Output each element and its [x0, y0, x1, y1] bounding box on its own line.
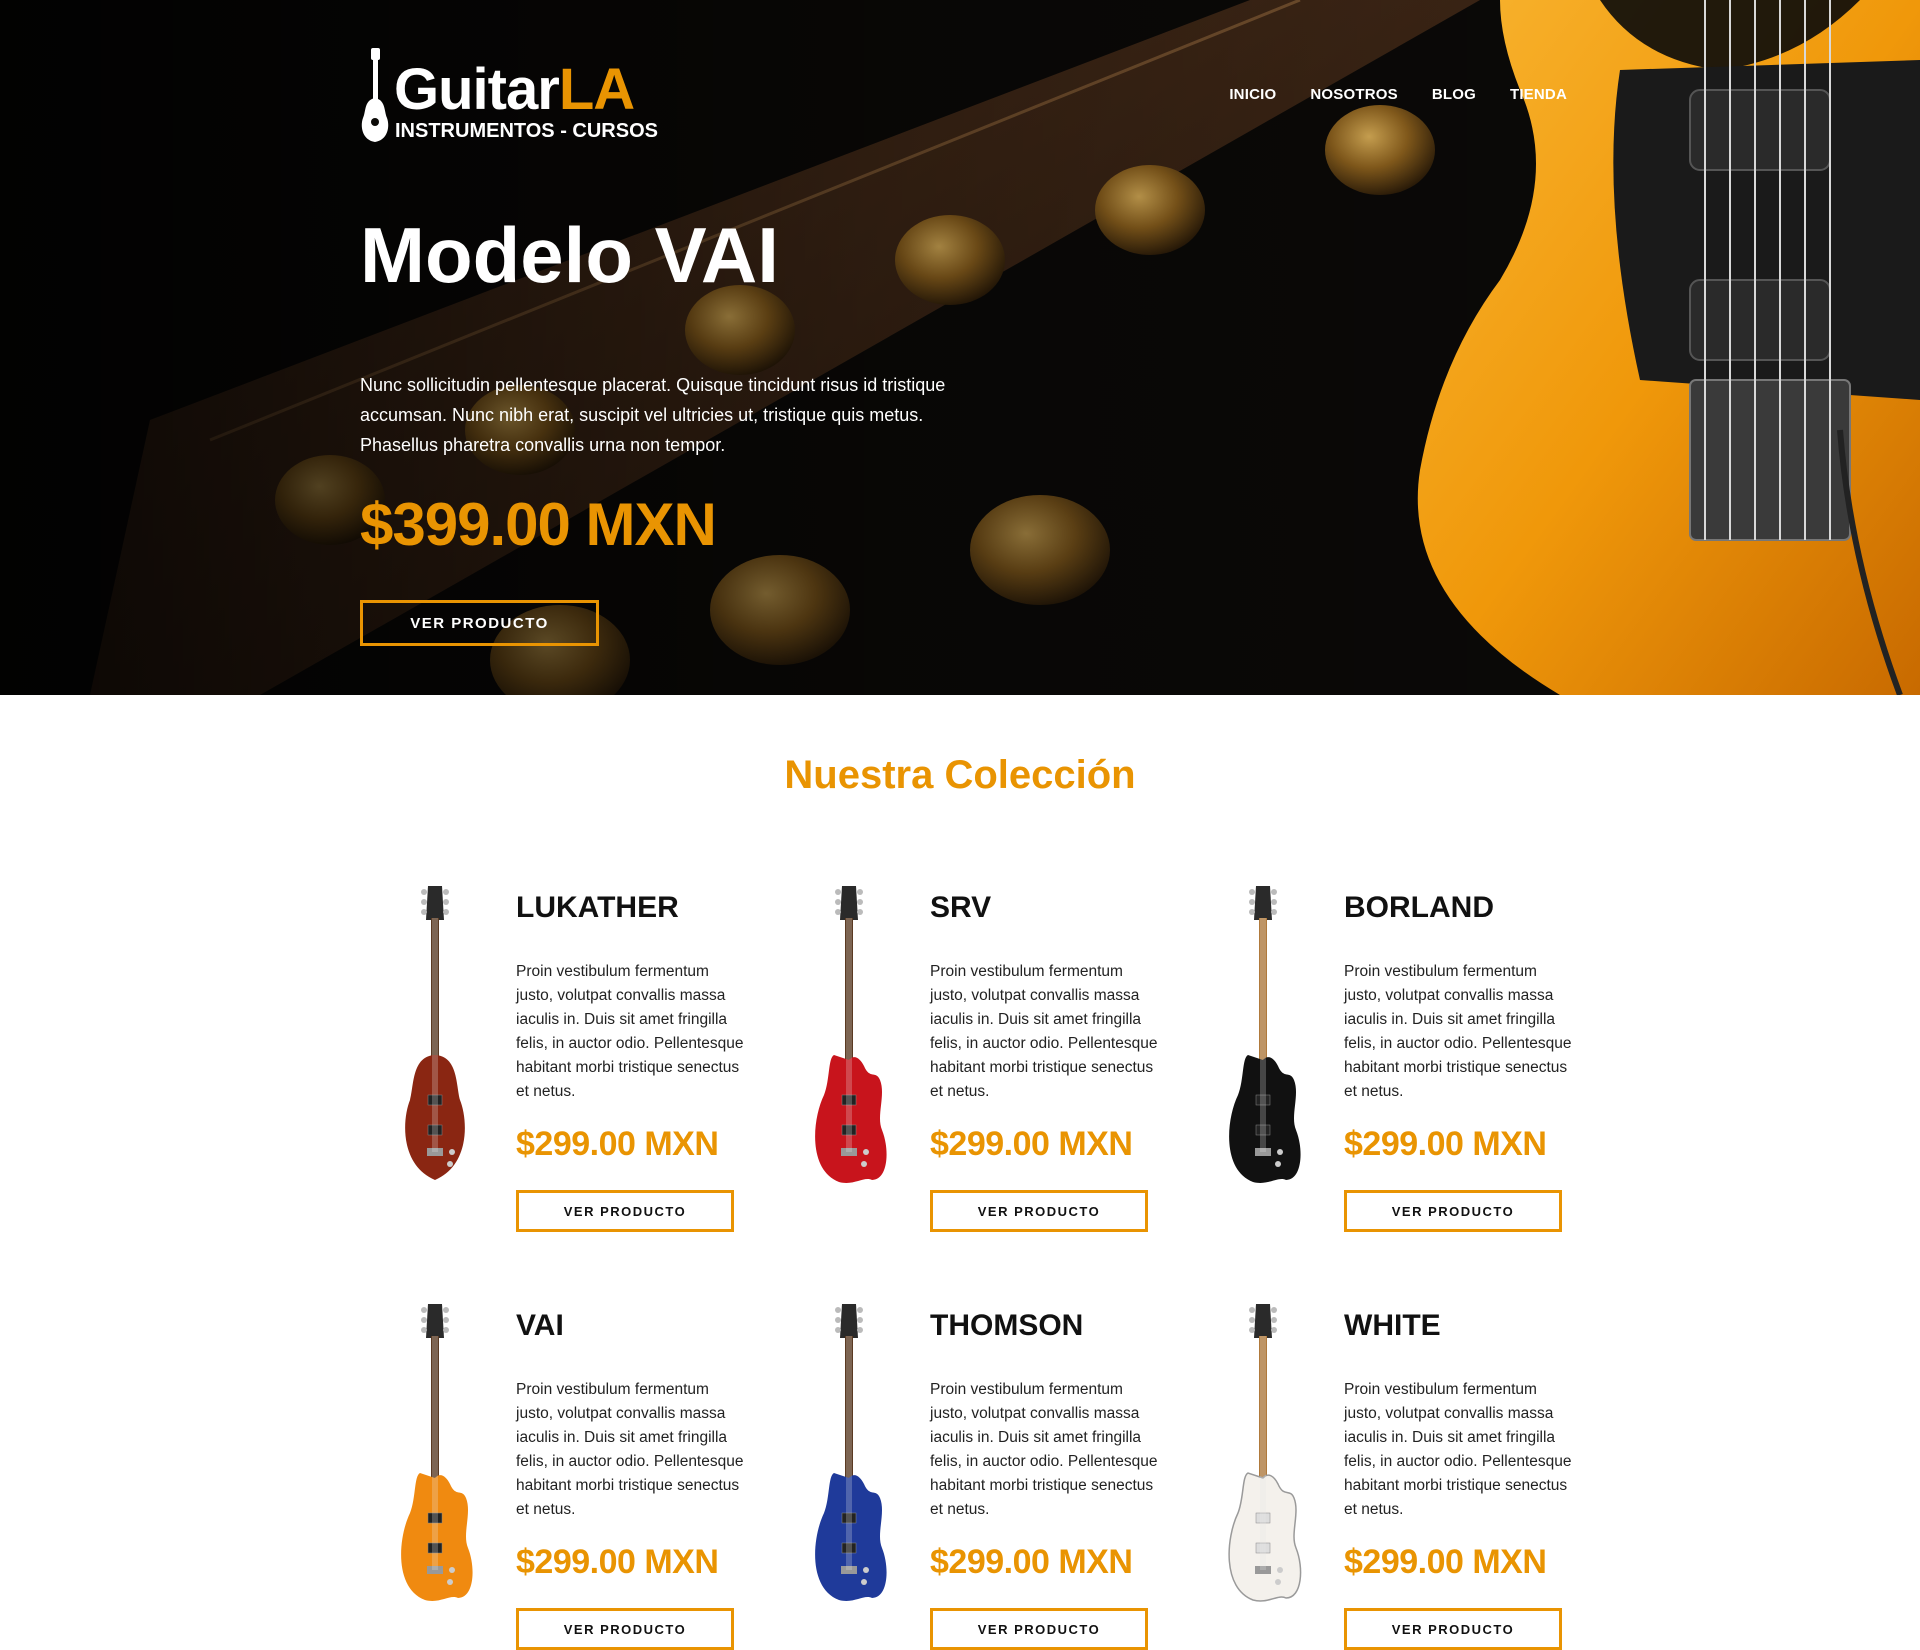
nav-link-nosotros[interactable]: NOSOTROS	[1310, 86, 1397, 103]
product-price: $299.00 MXN	[1344, 1125, 1547, 1163]
brand-name-main: Guitar	[394, 57, 560, 122]
product-description: Proin vestibulum fermentum justo, volutp…	[516, 1381, 744, 1518]
brand-tagline: INSTRUMENTOS - CURSOS	[395, 120, 658, 142]
product-name: WHITE	[1344, 1309, 1441, 1342]
product-card: THOMSON Proin vestibulum fermentum justo…	[794, 1298, 1174, 1650]
brand-name-accent: LA	[558, 57, 635, 122]
hero-section: GuitarLA INSTRUMENTOS - CURSOS INICIO NO…	[0, 0, 1920, 695]
hero-title: Modelo VAI	[360, 211, 779, 299]
view-product-button[interactable]: VER PRODUCTO	[516, 1190, 734, 1232]
brand-name: GuitarLA	[394, 57, 635, 122]
guitar-vai-image[interactable]	[380, 1298, 490, 1618]
product-name: SRV	[930, 891, 992, 924]
product-description: Proin vestibulum fermentum justo, volutp…	[930, 963, 1158, 1100]
product-description: Proin vestibulum fermentum justo, volutp…	[516, 963, 744, 1100]
guitar-borland-image[interactable]	[1208, 880, 1318, 1200]
product-price: $299.00 MXN	[516, 1543, 719, 1581]
product-price: $299.00 MXN	[1344, 1543, 1547, 1581]
hero-price: $399.00 MXN	[360, 491, 717, 558]
product-card: VAI Proin vestibulum fermentum justo, vo…	[380, 1298, 760, 1650]
product-card: SRV Proin vestibulum fermentum justo, vo…	[794, 880, 1174, 1232]
collection-title: Nuestra Colección	[784, 753, 1136, 797]
nav-link-inicio[interactable]: INICIO	[1229, 86, 1276, 103]
guitar-white-image[interactable]	[1208, 1298, 1318, 1618]
product-card: WHITE Proin vestibulum fermentum justo, …	[1208, 1298, 1588, 1650]
product-card: LUKATHER Proin vestibulum fermentum just…	[380, 880, 760, 1232]
product-card: BORLAND Proin vestibulum fermentum justo…	[1208, 880, 1588, 1232]
view-product-button[interactable]: VER PRODUCTO	[930, 1608, 1148, 1650]
view-product-button[interactable]: VER PRODUCTO	[1344, 1608, 1562, 1650]
product-price: $299.00 MXN	[930, 1543, 1133, 1581]
nav-link-tienda[interactable]: TIENDA	[1510, 86, 1567, 103]
guitar-logo-icon	[361, 48, 389, 142]
view-product-button[interactable]: VER PRODUCTO	[930, 1190, 1148, 1232]
product-name: BORLAND	[1344, 891, 1494, 924]
guitar-srv-image[interactable]	[794, 880, 904, 1200]
product-name: LUKATHER	[516, 891, 679, 924]
brand-logo[interactable]: GuitarLA INSTRUMENTOS - CURSOS	[360, 48, 680, 148]
view-product-button[interactable]: VER PRODUCTO	[516, 1608, 734, 1650]
product-description: Proin vestibulum fermentum justo, volutp…	[930, 1381, 1158, 1518]
guitar-thomson-image[interactable]	[794, 1298, 904, 1618]
hero-description: Nunc sollicitudin pellentesque placerat.…	[360, 375, 946, 455]
view-product-button[interactable]: VER PRODUCTO	[1344, 1190, 1562, 1232]
hero-view-product-button[interactable]: VER PRODUCTO	[360, 600, 599, 646]
product-description: Proin vestibulum fermentum justo, volutp…	[1344, 1381, 1572, 1518]
main-navigation: INICIO NOSOTROS BLOG TIENDA	[1195, 86, 1567, 103]
product-price: $299.00 MXN	[516, 1125, 719, 1163]
product-name: THOMSON	[930, 1309, 1084, 1342]
product-price: $299.00 MXN	[930, 1125, 1133, 1163]
product-description: Proin vestibulum fermentum justo, volutp…	[1344, 963, 1572, 1100]
guitar-lukather-image[interactable]	[380, 880, 490, 1200]
product-name: VAI	[516, 1309, 564, 1342]
hero-content: GuitarLA INSTRUMENTOS - CURSOS INICIO NO…	[360, 0, 1567, 695]
nav-link-blog[interactable]: BLOG	[1432, 86, 1476, 103]
